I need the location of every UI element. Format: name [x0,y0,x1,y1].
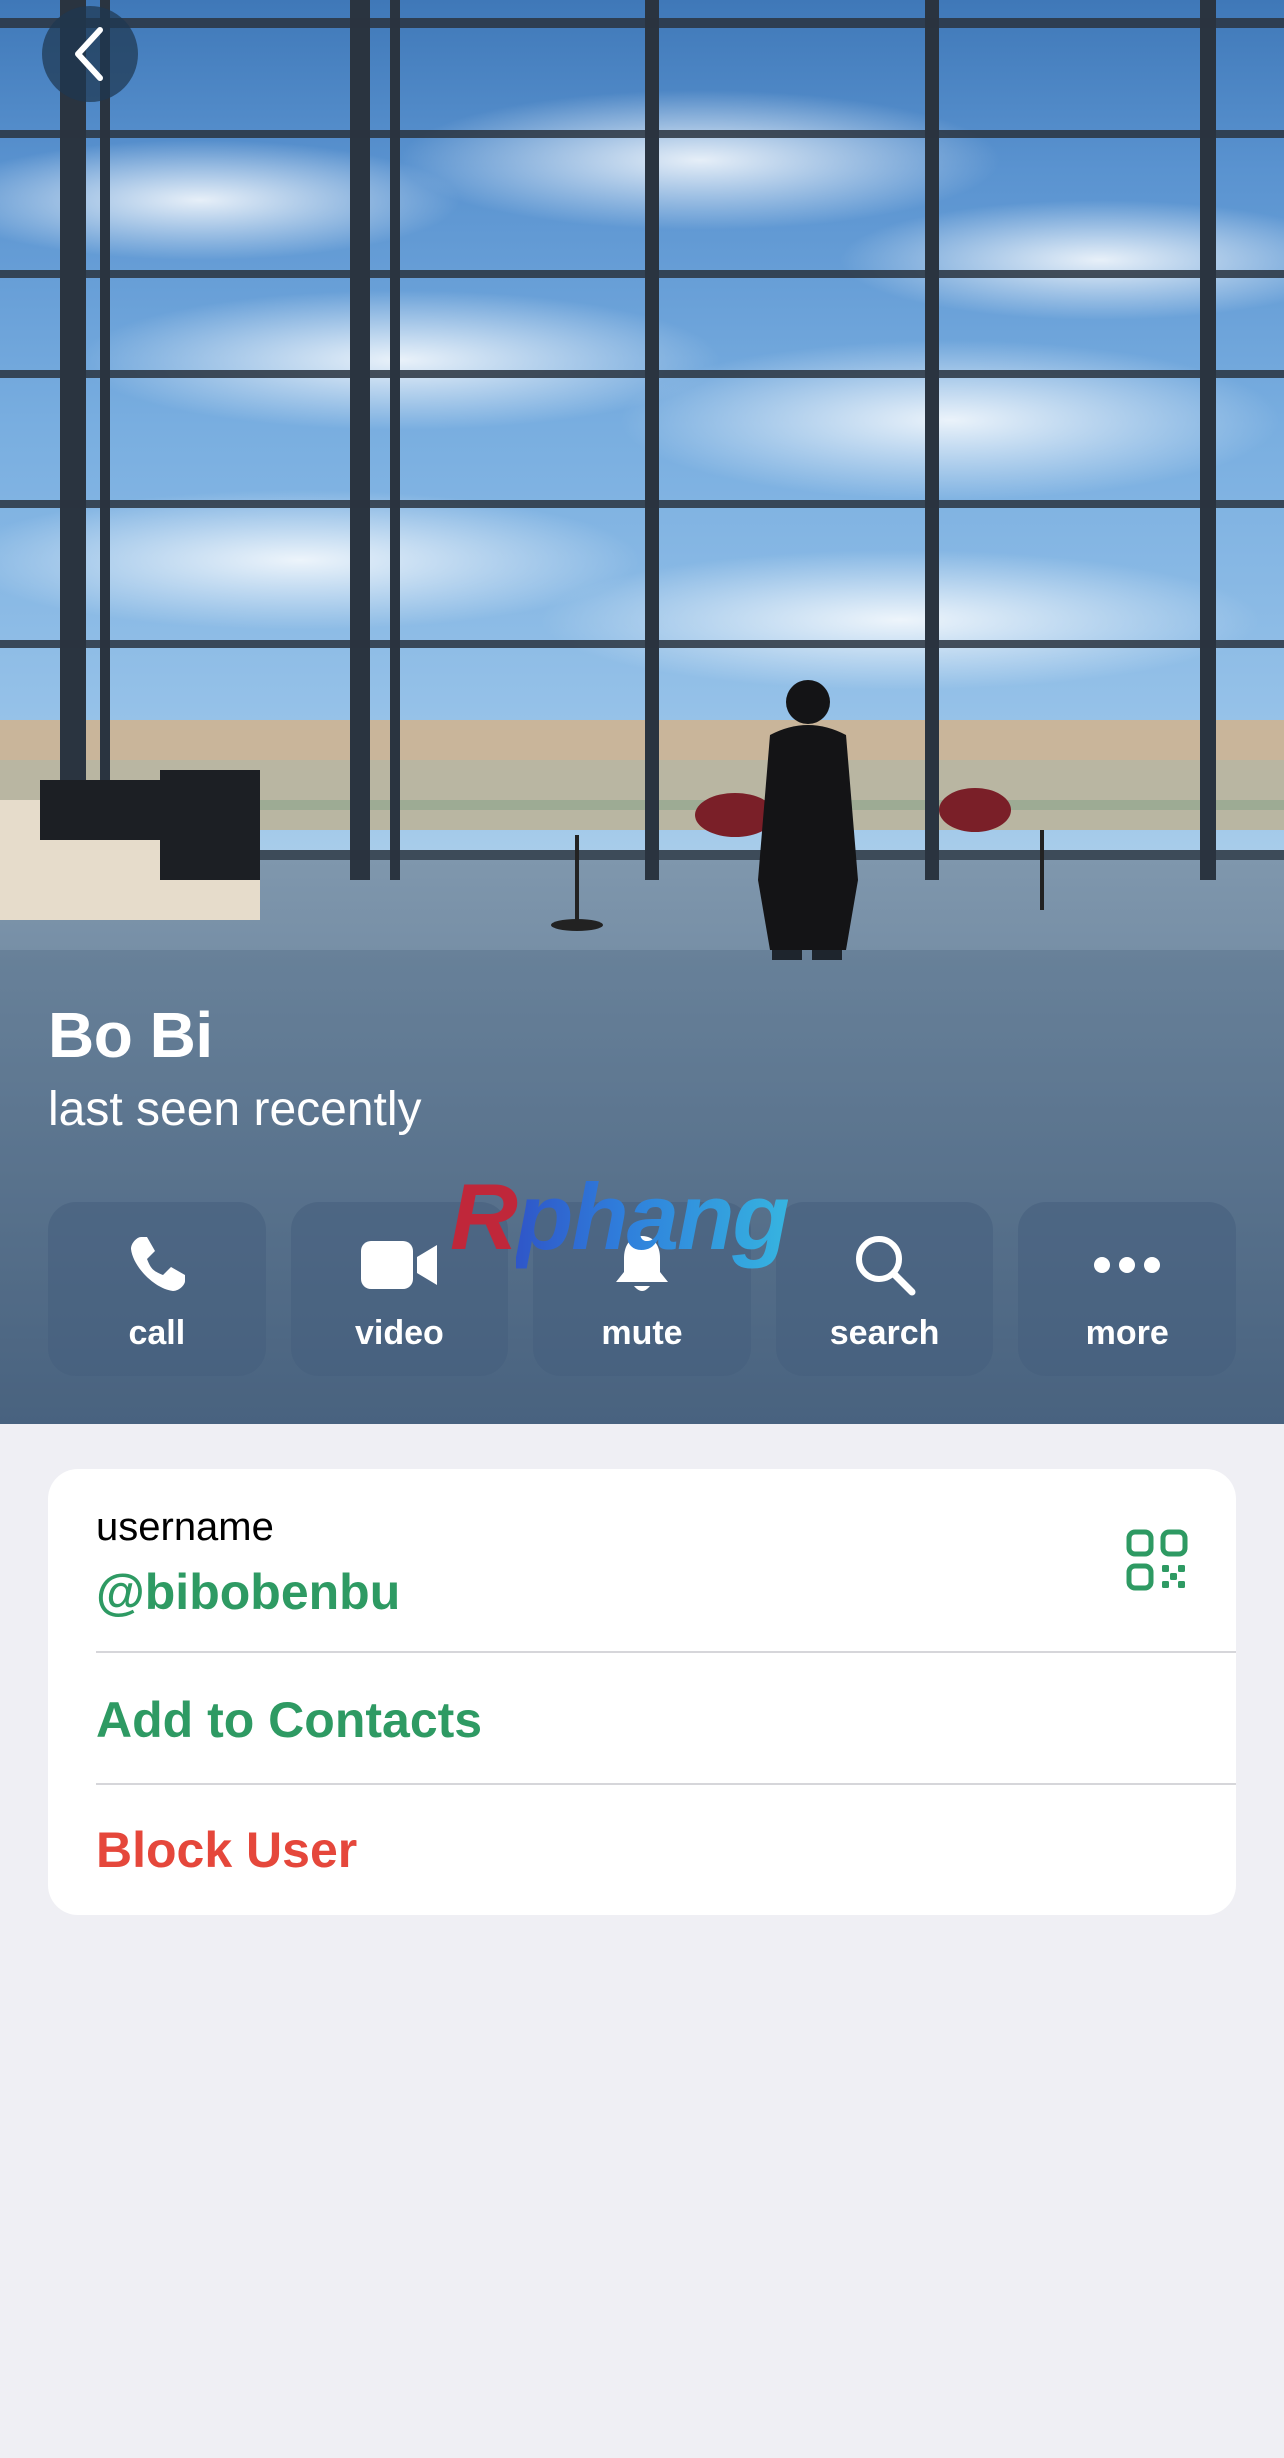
back-button[interactable] [42,6,138,102]
more-label: more [1085,1314,1169,1352]
call-label: call [128,1314,186,1352]
profile-header: Bo Bi last seen recently call video mute… [0,0,1284,1424]
more-dots-icon [1094,1257,1161,1273]
phone-icon [130,1237,185,1291]
block-user-button[interactable]: Block User [48,1785,1236,1915]
more-button[interactable]: more [1018,1202,1236,1376]
qr-code-icon[interactable] [1126,1529,1188,1591]
username-row[interactable]: username @bibobenbu [48,1469,1236,1651]
video-label: video [354,1314,444,1352]
search-icon [855,1236,916,1296]
video-camera-icon [361,1241,438,1289]
call-button[interactable]: call [48,1202,266,1376]
block-user-label: Block User [96,1822,358,1878]
username-value[interactable]: @bibobenbu [96,1563,400,1621]
mute-label: mute [601,1314,683,1352]
profile-status: last seen recently [48,1083,422,1136]
profile-info-card: username @bibobenbu Add to Contacts Bloc… [48,1469,1236,1915]
add-to-contacts-button[interactable]: Add to Contacts [48,1653,1236,1783]
username-label: username [96,1505,274,1549]
watermark-logo: Rphang [450,1164,790,1269]
profile-name: Bo Bi [48,999,213,1071]
search-button[interactable]: search [775,1202,994,1376]
search-label: search [829,1314,940,1352]
add-to-contacts-label: Add to Contacts [96,1692,483,1748]
chevron-left-icon [75,27,103,81]
